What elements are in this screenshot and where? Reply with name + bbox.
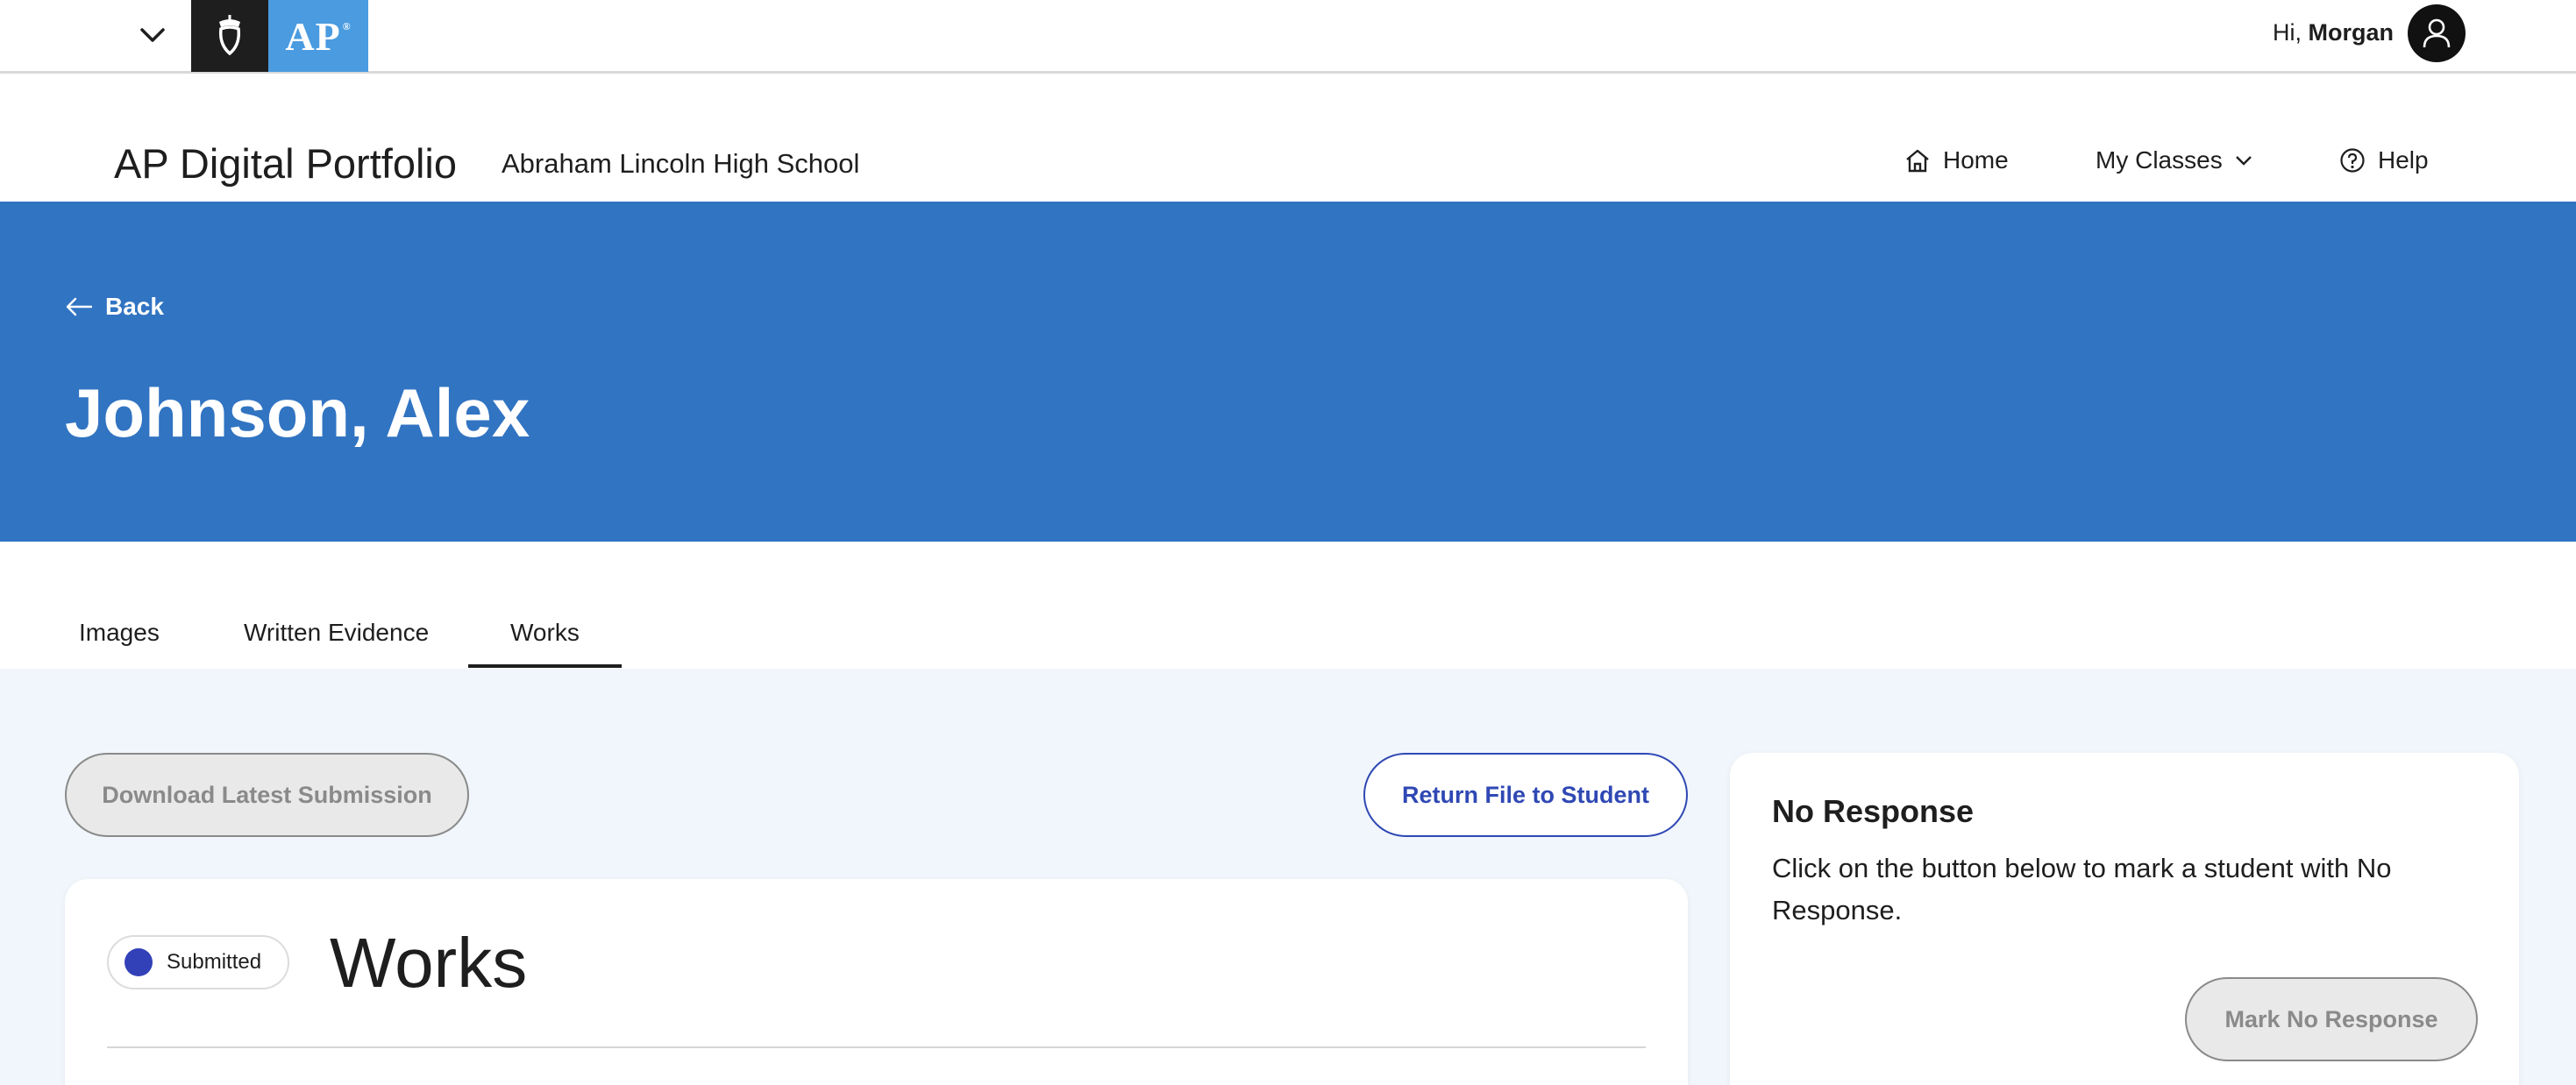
arrow-left-icon	[66, 297, 93, 316]
product-title[interactable]: AP Digital Portfolio	[114, 139, 457, 188]
works-title: Works	[330, 924, 528, 1002]
status-dot	[125, 948, 153, 976]
college-board-logo[interactable]	[191, 0, 268, 72]
tab-bar: Images Written Evidence Works	[0, 542, 2576, 669]
nav-help[interactable]: Help	[2339, 146, 2429, 174]
status-badge: Submitted	[107, 935, 290, 989]
chevron-down-icon	[140, 28, 165, 42]
ap-logo[interactable]: AP ®	[268, 0, 368, 72]
user-icon	[2423, 18, 2451, 48]
help-icon	[2340, 148, 2365, 173]
nav-my-classes-label: My Classes	[2096, 146, 2223, 174]
user-greeting: Hi, Morgan	[2273, 19, 2394, 46]
nav-home[interactable]: Home	[1904, 146, 2009, 174]
back-label: Back	[105, 293, 164, 320]
card-divider	[107, 1046, 1646, 1048]
nav-my-classes[interactable]: My Classes	[2096, 146, 2252, 174]
menu-toggle-button[interactable]	[132, 14, 174, 56]
status-label: Submitted	[167, 950, 262, 974]
home-icon	[1906, 149, 1929, 173]
chevron-down-icon	[2235, 156, 2252, 166]
return-file-button[interactable]: Return File to Student	[1363, 753, 1688, 837]
nav-help-label: Help	[2378, 146, 2429, 174]
nav-home-label: Home	[1943, 146, 2009, 174]
works-card: Submitted Works	[65, 879, 1688, 1085]
tab-written-evidence[interactable]: Written Evidence	[244, 619, 429, 647]
user-name: Morgan	[2308, 19, 2395, 46]
avatar[interactable]	[2408, 4, 2466, 62]
back-link[interactable]: Back	[65, 293, 164, 321]
no-response-card: No Response Click on the button below to…	[1730, 753, 2519, 1085]
tab-images[interactable]: Images	[79, 619, 160, 647]
student-hero: Back Johnson, Alex	[0, 202, 2576, 542]
main-content: Download Latest Submission Return File t…	[0, 669, 2576, 1085]
no-response-description: Click on the button below to mark a stud…	[1772, 853, 2392, 925]
student-name: Johnson, Alex	[65, 374, 530, 451]
active-tab-indicator	[468, 664, 622, 668]
no-response-title: No Response	[1772, 793, 1975, 829]
school-name: Abraham Lincoln High School	[502, 148, 860, 179]
greeting-prefix: Hi,	[2272, 19, 2302, 46]
download-latest-submission-button[interactable]: Download Latest Submission	[65, 753, 469, 837]
registered-mark: ®	[342, 19, 352, 32]
top-utility-bar: AP ® Hi, Morgan	[0, 0, 2576, 74]
mark-no-response-button[interactable]: Mark No Response	[2185, 977, 2478, 1061]
acorn-icon	[218, 15, 241, 56]
ap-logo-text: AP	[285, 13, 341, 59]
tab-works[interactable]: Works	[510, 619, 580, 647]
product-header: AP Digital Portfolio Abraham Lincoln Hig…	[0, 76, 2576, 202]
